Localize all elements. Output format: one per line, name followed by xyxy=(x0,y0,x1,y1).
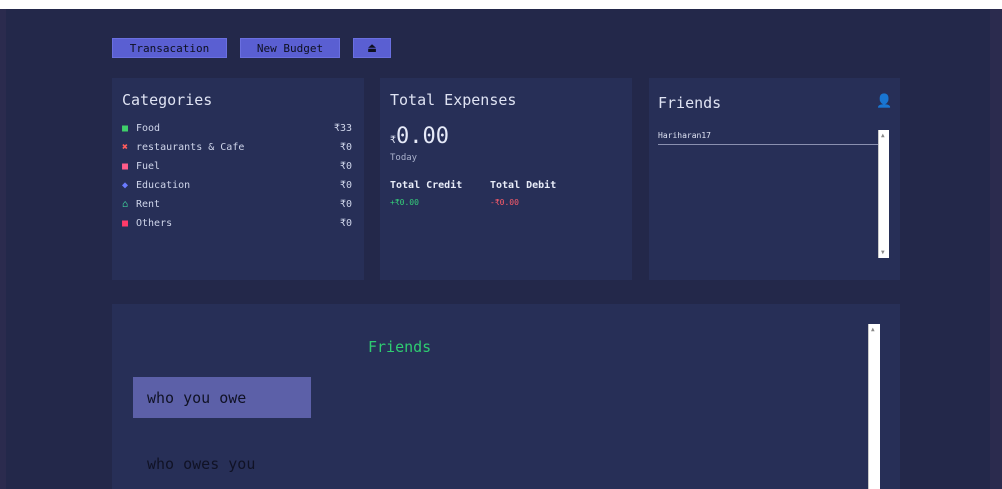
category-amount: ₹33 xyxy=(333,123,352,134)
total-debit-value: -₹0.00 xyxy=(490,198,519,207)
category-label: Others xyxy=(136,218,173,229)
total-debit-label: Total Debit xyxy=(490,180,557,191)
home-icon: ⌂ xyxy=(122,199,129,210)
category-amount: ₹0 xyxy=(339,218,352,229)
category-row-food[interactable]: ■ Food ₹33 xyxy=(122,119,352,138)
category-row-fuel[interactable]: ■ Fuel ₹0 xyxy=(122,157,352,176)
category-label: Fuel xyxy=(136,161,161,172)
friend-item[interactable]: Hariharan17 xyxy=(658,131,878,145)
category-amount: ₹0 xyxy=(339,161,352,172)
browser-top-strip xyxy=(0,0,1002,9)
logout-icon: ⏏ xyxy=(368,40,376,56)
category-row-education[interactable]: ◆ Education ₹0 xyxy=(122,176,352,195)
food-icon: ■ xyxy=(122,123,129,134)
friends-card-title: Friends xyxy=(658,94,722,112)
graduation-cap-icon: ◆ xyxy=(122,180,129,191)
tab-label: who you owe xyxy=(147,388,247,407)
tab-who-you-owe[interactable]: who you owe xyxy=(133,377,311,418)
total-credit-value: +₹0.00 xyxy=(390,198,419,207)
period-label: Today xyxy=(390,153,418,163)
category-row-restaurants[interactable]: ✖ restaurants & Cafe ₹0 xyxy=(122,138,352,157)
category-label: Rent xyxy=(136,199,161,210)
total-credit-label: Total Credit xyxy=(390,180,463,191)
category-amount: ₹0 xyxy=(339,180,352,191)
categories-title: Categories xyxy=(122,91,213,109)
friends-scrollbar[interactable]: ▲ ▼ xyxy=(878,130,889,258)
video-icon: ■ xyxy=(122,218,129,229)
tab-label: who owes you xyxy=(147,455,256,473)
tab-who-owes-you[interactable]: who owes you xyxy=(133,445,311,483)
car-icon: ■ xyxy=(122,161,129,172)
category-row-rent[interactable]: ⌂ Rent ₹0 xyxy=(122,195,352,214)
transaction-button[interactable]: Transacation xyxy=(112,38,227,58)
category-amount: ₹0 xyxy=(339,199,352,210)
friends-list[interactable]: Hariharan17 xyxy=(658,128,888,260)
category-label: restaurants & Cafe xyxy=(136,142,245,153)
friends-panel-title: Friends xyxy=(368,338,432,356)
total-expenses-title: Total Expenses xyxy=(390,91,517,109)
scroll-up-icon[interactable]: ▲ xyxy=(881,132,885,139)
cross-icon: ✖ xyxy=(122,142,129,153)
category-label: Education xyxy=(136,180,191,191)
friends-panel-scrollbar[interactable]: ▲ xyxy=(868,324,880,489)
category-row-others[interactable]: ■ Others ₹0 xyxy=(122,214,352,233)
total-amount: ₹ 0.00 xyxy=(390,124,449,149)
category-label: Food xyxy=(136,123,161,134)
category-amount: ₹0 xyxy=(339,142,352,153)
new-budget-button[interactable]: New Budget xyxy=(240,38,340,58)
scroll-down-icon[interactable]: ▼ xyxy=(881,249,885,256)
logout-button[interactable]: ⏏ xyxy=(353,38,391,58)
scroll-up-icon[interactable]: ▲ xyxy=(871,326,875,333)
total-value: 0.00 xyxy=(396,124,450,149)
add-user-icon[interactable]: 👤 xyxy=(876,94,892,109)
